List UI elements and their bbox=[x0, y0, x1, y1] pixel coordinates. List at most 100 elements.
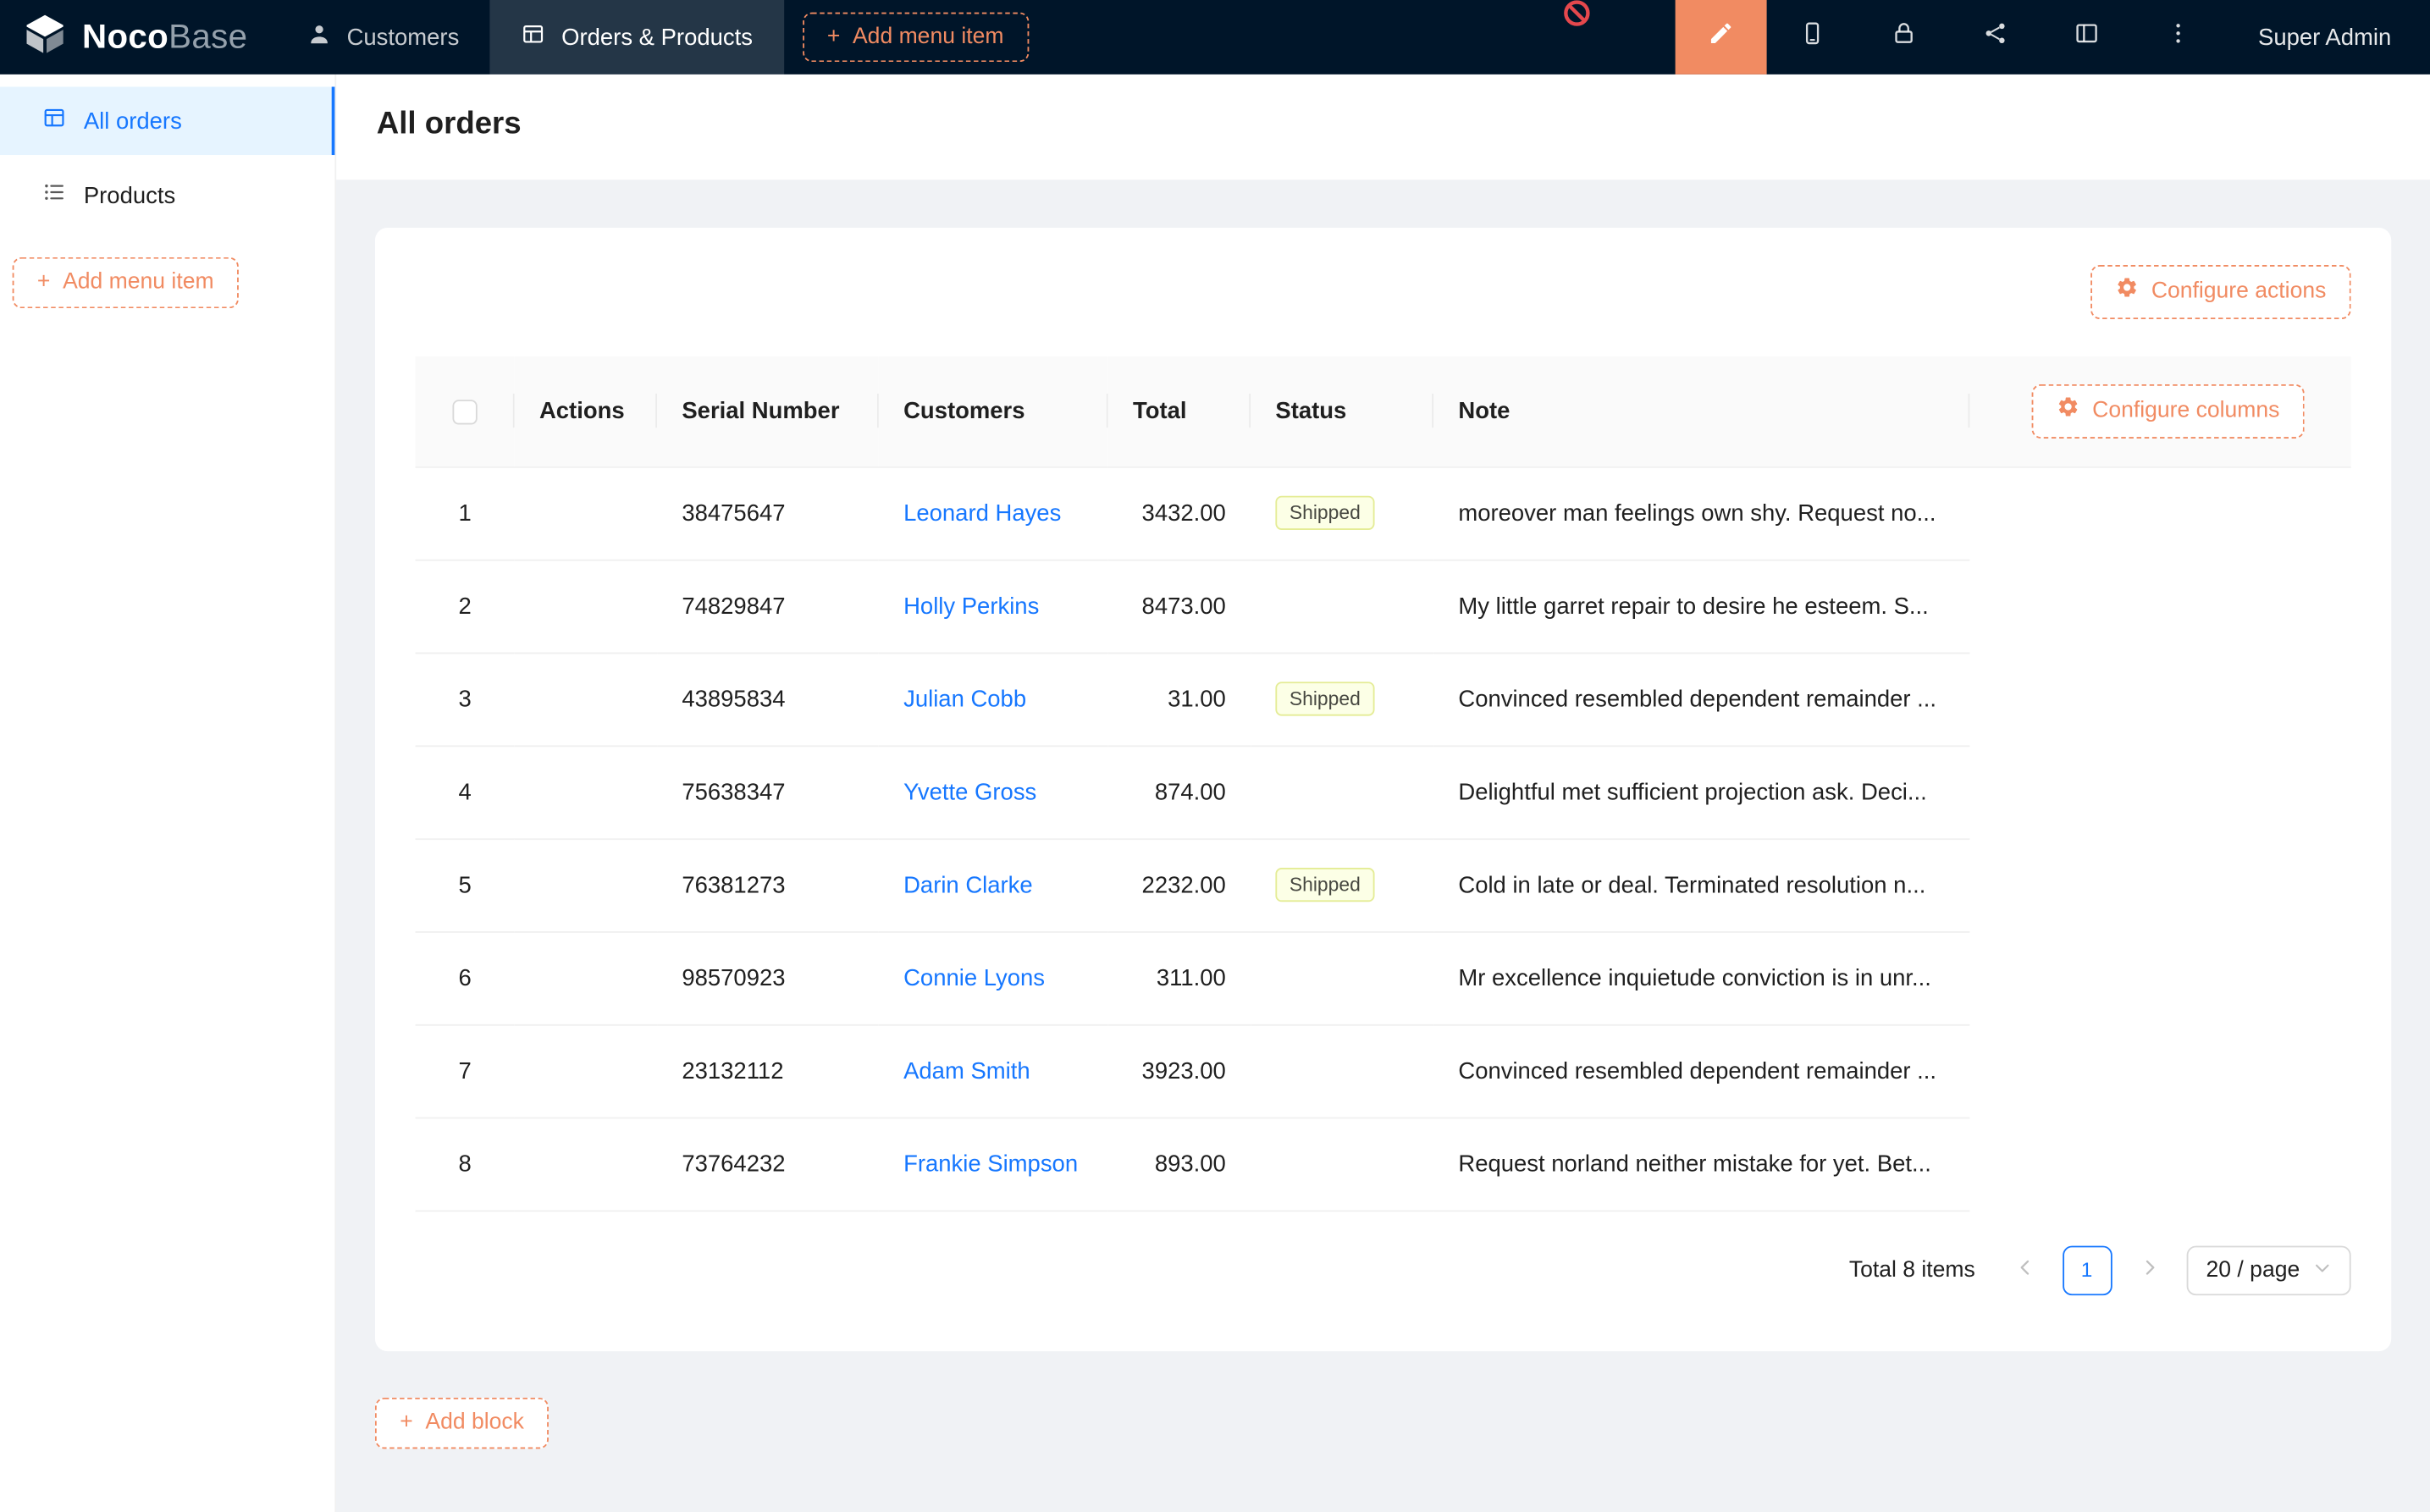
customer-link[interactable]: Leonard Hayes bbox=[903, 500, 1061, 527]
table-row[interactable]: 4 75638347 Yvette Gross 874.00 Delightfu… bbox=[416, 746, 2351, 839]
total-cell: 2232.00 bbox=[1108, 839, 1251, 932]
actions-cell bbox=[515, 931, 657, 1024]
customer-link[interactable]: Adam Smith bbox=[903, 1058, 1030, 1084]
more-actions-button[interactable] bbox=[2133, 0, 2224, 74]
sidebar-item-all-orders[interactable]: All orders bbox=[0, 86, 334, 155]
status-tag: Shipped bbox=[1275, 496, 1374, 530]
pagination-total: Total 8 items bbox=[1849, 1258, 1975, 1283]
table-header-row: Actions Serial Number Customers Total St… bbox=[416, 356, 2351, 467]
gear-icon bbox=[2116, 276, 2139, 308]
total-cell: 311.00 bbox=[1108, 931, 1251, 1024]
lock-icon bbox=[1891, 20, 1917, 54]
row-index: 7 bbox=[416, 1024, 515, 1117]
add-block-area: + Add block bbox=[375, 1350, 2391, 1485]
note-cell: Cold in late or deal. Terminated resolut… bbox=[1433, 839, 1969, 932]
note-cell: Request norland neither mistake for yet.… bbox=[1433, 1117, 1969, 1211]
add-menu-item-button-sidebar[interactable]: + Add menu item bbox=[13, 257, 239, 308]
note-cell: Mr excellence inquietude conviction is i… bbox=[1433, 931, 1969, 1024]
pagination: Total 8 items 1 bbox=[416, 1211, 2351, 1323]
total-cell: 31.00 bbox=[1108, 653, 1251, 746]
user-menu[interactable]: Super Admin bbox=[2224, 0, 2430, 74]
access-control-button[interactable] bbox=[1858, 0, 1950, 74]
pagination-next-button[interactable] bbox=[2124, 1245, 2174, 1295]
serial-cell: 38475647 bbox=[657, 466, 879, 560]
sidebar-item-products[interactable]: Products bbox=[0, 161, 334, 229]
configure-columns-button[interactable]: Configure columns bbox=[2032, 384, 2305, 439]
column-header-serial-number: Serial Number bbox=[657, 356, 879, 467]
table-toolbar: Configure actions bbox=[416, 265, 2351, 319]
customer-link[interactable]: Frankie Simpson bbox=[903, 1151, 1078, 1177]
app-root: NocoBase Customers Orders & Products + A… bbox=[0, 0, 2430, 1512]
column-header-customers: Customers bbox=[879, 356, 1108, 467]
sidebar: All orders Products + Add menu item bbox=[0, 74, 336, 1512]
sidebar-item-label: Products bbox=[84, 182, 175, 208]
nav-tab-orders-products[interactable]: Orders & Products bbox=[490, 0, 784, 74]
layout-settings-button[interactable] bbox=[2041, 0, 2133, 74]
layout-columns-icon bbox=[2074, 20, 2100, 54]
pagination-page-1[interactable]: 1 bbox=[2062, 1245, 2112, 1295]
note-cell: My little garret repair to desire he est… bbox=[1433, 560, 1969, 653]
row-index: 3 bbox=[416, 653, 515, 746]
nocobase-logo[interactable]: NocoBase bbox=[0, 0, 275, 74]
row-index: 5 bbox=[416, 839, 515, 932]
page-content: Configure actions Actions Seria bbox=[336, 179, 2430, 1485]
mobile-view-button[interactable] bbox=[1767, 0, 1858, 74]
customer-link[interactable]: Connie Lyons bbox=[903, 965, 1045, 991]
customer-link[interactable]: Julian Cobb bbox=[903, 686, 1026, 712]
actions-cell bbox=[515, 746, 657, 839]
nav-tab-customers[interactable]: Customers bbox=[275, 0, 490, 74]
note-cell: Convinced resembled dependent remainder … bbox=[1433, 653, 1969, 746]
table-icon bbox=[522, 22, 546, 53]
list-icon bbox=[41, 179, 66, 211]
row-index: 8 bbox=[416, 1117, 515, 1211]
serial-cell: 75638347 bbox=[657, 746, 879, 839]
table-row[interactable]: 1 38475647 Leonard Hayes 3432.00 Shipped… bbox=[416, 466, 2351, 560]
column-header-status: Status bbox=[1251, 356, 1433, 467]
table-icon bbox=[41, 105, 66, 136]
table-row[interactable]: 8 73764232 Frankie Simpson 893.00 Reques… bbox=[416, 1117, 2351, 1211]
gear-icon bbox=[2057, 395, 2079, 427]
nav-tab-label: Orders & Products bbox=[561, 24, 753, 50]
table-row[interactable]: 7 23132112 Adam Smith 3923.00 Convinced … bbox=[416, 1024, 2351, 1117]
status-cell bbox=[1251, 1024, 1433, 1117]
serial-cell: 98570923 bbox=[657, 931, 879, 1024]
page-size-select[interactable]: 20 / page bbox=[2186, 1245, 2351, 1295]
total-cell: 893.00 bbox=[1108, 1117, 1251, 1211]
orders-table: Actions Serial Number Customers Total St… bbox=[416, 356, 2351, 1211]
pagination-prev-button[interactable] bbox=[2000, 1245, 2050, 1295]
navbar-right-actions: Super Admin bbox=[1676, 0, 2430, 74]
add-block-button[interactable]: + Add block bbox=[375, 1397, 549, 1448]
customer-link[interactable]: Yvette Gross bbox=[903, 779, 1036, 805]
note-cell: Convinced resembled dependent remainder … bbox=[1433, 1024, 1969, 1117]
logo-text: NocoBase bbox=[82, 17, 247, 58]
table-row[interactable]: 5 76381273 Darin Clarke 2232.00 Shipped … bbox=[416, 839, 2351, 932]
select-all-checkbox[interactable] bbox=[452, 400, 477, 424]
column-header-note: Note bbox=[1433, 356, 1969, 467]
status-cell bbox=[1251, 746, 1433, 839]
table-row[interactable]: 3 43895834 Julian Cobb 31.00 Shipped Con… bbox=[416, 653, 2351, 746]
configure-actions-button[interactable]: Configure actions bbox=[2090, 265, 2350, 319]
status-cell bbox=[1251, 560, 1433, 653]
table-row[interactable]: 2 74829847 Holly Perkins 8473.00 My litt… bbox=[416, 560, 2351, 653]
customer-link[interactable]: Holly Perkins bbox=[903, 593, 1039, 619]
actions-cell bbox=[515, 560, 657, 653]
top-navbar: NocoBase Customers Orders & Products + A… bbox=[0, 0, 2430, 74]
page-title: All orders bbox=[377, 107, 2390, 142]
row-index: 2 bbox=[416, 560, 515, 653]
plugin-manager-button[interactable] bbox=[1950, 0, 2041, 74]
serial-cell: 23132112 bbox=[657, 1024, 879, 1117]
table-row[interactable]: 6 98570923 Connie Lyons 311.00 Mr excell… bbox=[416, 931, 2351, 1024]
add-menu-item-button-navbar[interactable]: + Add menu item bbox=[803, 12, 1029, 63]
row-index: 1 bbox=[416, 466, 515, 560]
ui-editor-toggle[interactable] bbox=[1676, 0, 1767, 74]
status-tag: Shipped bbox=[1275, 682, 1374, 716]
column-header-actions: Actions bbox=[515, 356, 657, 467]
status-cell bbox=[1251, 1117, 1433, 1211]
actions-cell bbox=[515, 466, 657, 560]
page-header: All orders bbox=[336, 74, 2430, 179]
share-nodes-icon bbox=[1982, 20, 2008, 54]
note-cell: Delightful met sufficient projection ask… bbox=[1433, 746, 1969, 839]
actions-cell bbox=[515, 1024, 657, 1117]
customer-link[interactable]: Darin Clarke bbox=[903, 872, 1033, 898]
pen-icon bbox=[1708, 20, 1734, 54]
